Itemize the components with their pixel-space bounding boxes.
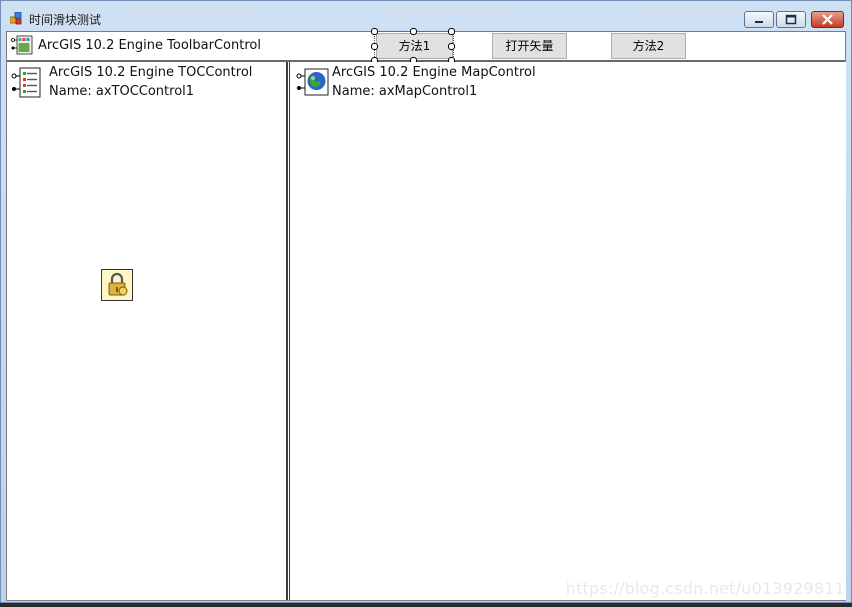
toolbar-control-label: ArcGIS 10.2 Engine ToolbarControl	[38, 38, 261, 53]
open-vector-button[interactable]: 打开矢量	[492, 33, 567, 59]
restore-icon	[785, 14, 797, 25]
resize-handle[interactable]	[448, 28, 455, 35]
toolbar-control-icon	[11, 35, 33, 55]
resize-handle[interactable]	[371, 28, 378, 35]
map-control-name: Name: axMapControl1	[332, 84, 478, 99]
resize-handle[interactable]	[410, 28, 417, 35]
minimize-button[interactable]	[744, 11, 774, 28]
method2-button[interactable]: 方法2	[611, 33, 686, 59]
title-bar[interactable]: 时间滑块测试	[1, 1, 851, 31]
app-icon	[10, 12, 22, 25]
lock-icon[interactable]	[101, 269, 133, 301]
resize-handle[interactable]	[448, 43, 455, 50]
map-control[interactable]: ArcGIS 10.2 Engine MapControl Name: axMa…	[289, 62, 846, 600]
toc-control-icon	[11, 67, 41, 98]
close-icon	[822, 14, 833, 25]
form-client-area: ArcGIS 10.2 Engine ToolbarControl 方法1 打开…	[6, 28, 846, 601]
map-control-label: ArcGIS 10.2 Engine MapControl	[332, 65, 536, 80]
watermark-text: https://blog.csdn.net/u013929811	[565, 579, 845, 598]
selection-frame	[371, 28, 455, 64]
map-control-icon	[296, 68, 329, 96]
resize-handle[interactable]	[371, 43, 378, 50]
close-button[interactable]	[811, 11, 844, 28]
toc-control[interactable]: ArcGIS 10.2 Engine TOCControl Name: axTO…	[7, 62, 288, 600]
toc-control-label: ArcGIS 10.2 Engine TOCControl	[49, 65, 253, 80]
toc-control-name: Name: axTOCControl1	[49, 84, 195, 99]
window-title: 时间滑块测试	[29, 13, 102, 27]
maximize-button[interactable]	[776, 11, 806, 28]
minimize-icon	[755, 21, 763, 23]
toolbar-control[interactable]: ArcGIS 10.2 Engine ToolbarControl 方法1 打开…	[7, 28, 845, 64]
app-window: 时间滑块测试 ArcGIS 10.2 Engine ToolbarControl…	[0, 0, 852, 603]
